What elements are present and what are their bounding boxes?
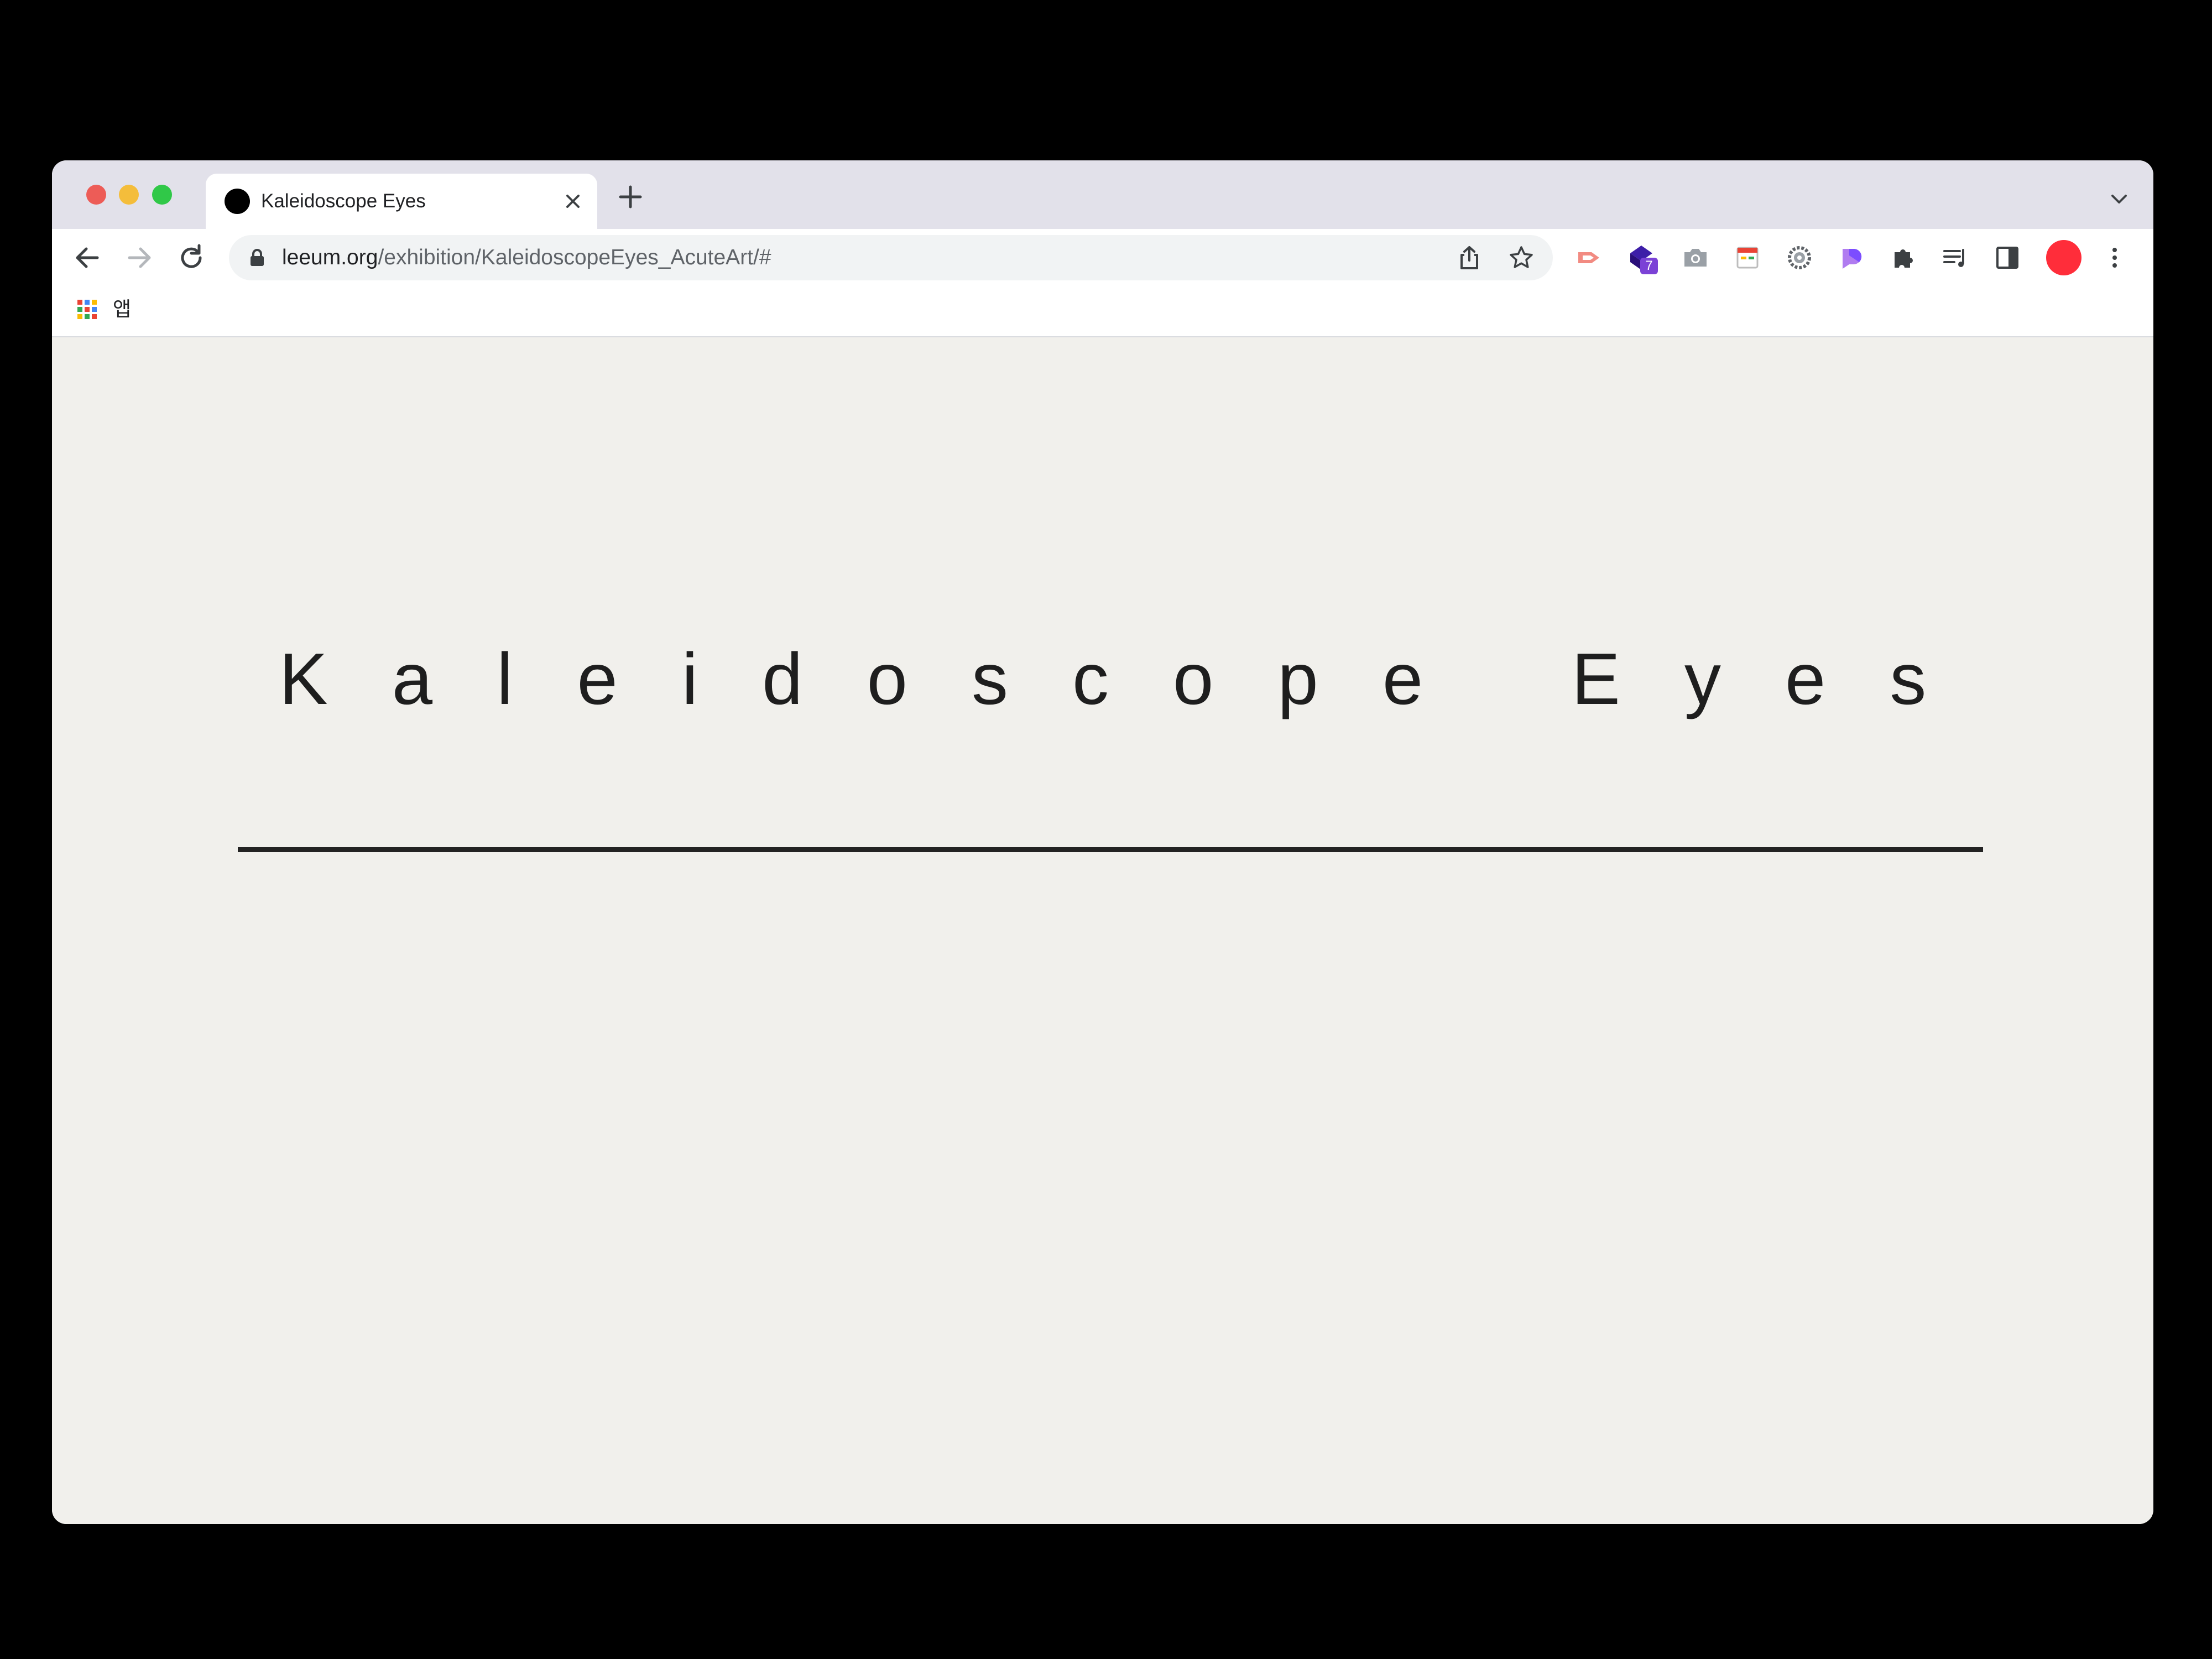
browser-window: Kaleidoscope Eyes leeum.org/exhibition/K…	[52, 160, 2153, 1524]
url-path: /exhibition/KaleidoscopeEyes_AcuteArt/#	[378, 246, 771, 269]
url-text[interactable]: leeum.org/exhibition/KaleidoscopeEyes_Ac…	[282, 244, 771, 271]
tab-search-chevron-icon[interactable]	[2109, 189, 2129, 209]
menu-kebab-icon[interactable]	[2100, 243, 2129, 272]
apps-grid-icon[interactable]	[76, 299, 98, 321]
share-icon[interactable]	[1457, 245, 1482, 270]
extension-badge-button[interactable]: 7	[1627, 243, 1658, 274]
bookmarks-bar: 앱	[52, 286, 2153, 337]
calendar-extension-icon[interactable]	[1733, 243, 1762, 272]
extension-badge-count: 7	[1640, 258, 1658, 274]
apps-bookmark-label[interactable]: 앱	[113, 296, 131, 322]
site-favicon-icon	[225, 189, 250, 214]
close-tab-icon[interactable]	[561, 189, 585, 213]
shape-extension-icon[interactable]	[1837, 243, 1866, 272]
tab-strip: Kaleidoscope Eyes	[52, 160, 2153, 229]
tab-active[interactable]: Kaleidoscope Eyes	[206, 174, 597, 229]
url-host: leeum.org	[282, 246, 378, 269]
forward-icon[interactable]	[125, 243, 154, 272]
toolbar: leeum.org/exhibition/KaleidoscopeEyes_Ac…	[52, 229, 2153, 286]
camera-extension-icon[interactable]	[1681, 243, 1710, 272]
new-tab-icon[interactable]	[616, 182, 645, 211]
settings-extension-icon[interactable]	[1785, 243, 1814, 272]
reload-icon[interactable]	[177, 243, 206, 272]
page-content: Kaleidoscope Eyes	[52, 337, 2153, 1524]
lock-icon[interactable]	[249, 248, 265, 267]
maximize-window-button[interactable]	[152, 185, 172, 205]
side-panel-icon[interactable]	[1993, 243, 2022, 272]
profile-avatar[interactable]	[2046, 240, 2081, 275]
back-icon[interactable]	[73, 243, 102, 272]
bookmark-star-icon[interactable]	[1509, 245, 1534, 270]
address-bar[interactable]: leeum.org/exhibition/KaleidoscopeEyes_Ac…	[229, 235, 1553, 280]
close-window-button[interactable]	[86, 185, 106, 205]
reading-list-icon[interactable]	[1941, 243, 1970, 272]
exhibition-title: Kaleidoscope Eyes	[279, 638, 1991, 719]
tab-title: Kaleidoscope Eyes	[261, 190, 426, 212]
minimize-window-button[interactable]	[119, 185, 139, 205]
title-underline-divider	[238, 847, 1983, 852]
cast-extension-icon[interactable]	[1575, 243, 1604, 272]
extensions-puzzle-icon[interactable]	[1889, 243, 1918, 272]
